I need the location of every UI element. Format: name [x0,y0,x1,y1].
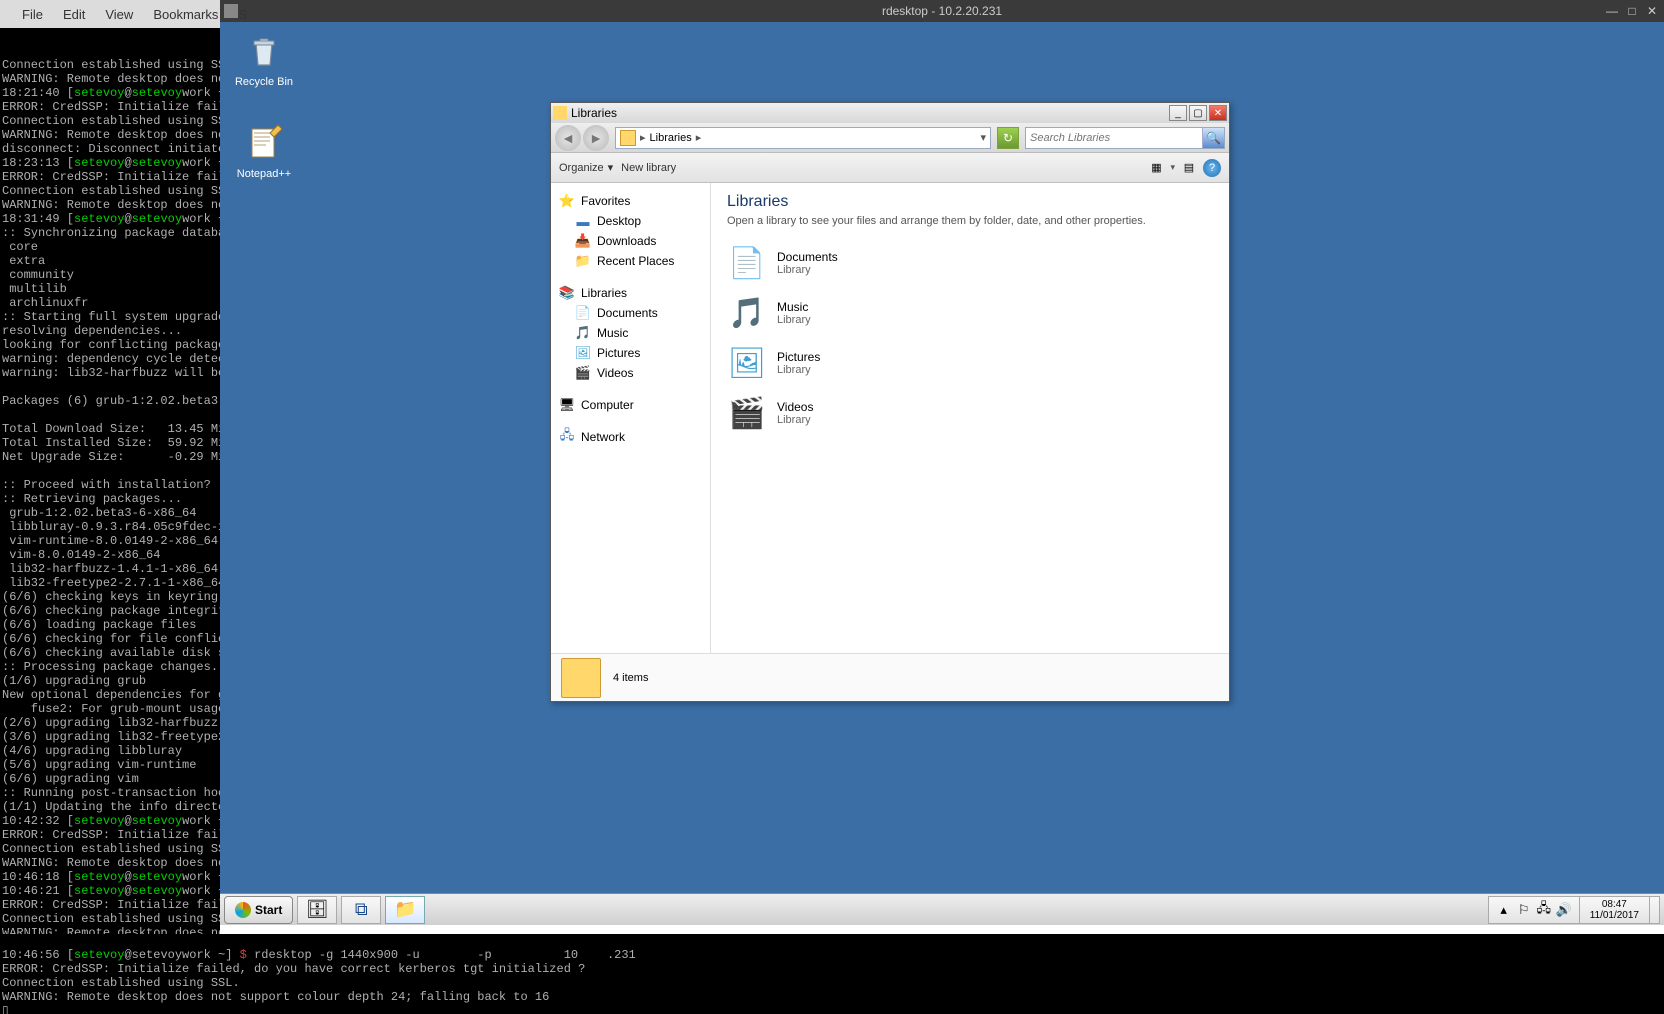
breadcrumb-text[interactable]: Libraries [650,132,692,144]
help-button[interactable]: ? [1203,159,1221,177]
flag-icon[interactable]: ⚐ [1517,903,1531,917]
nav-downloads[interactable]: 📥Downloads [551,231,710,251]
address-bar[interactable]: ▸ Libraries ▸ ▾ [615,127,991,149]
nav-pictures[interactable]: 🖼Pictures [551,343,710,363]
windows-logo-icon [235,902,251,918]
taskbar-server-manager[interactable]: 🗄 [297,896,337,924]
computer-icon: 🖥 [559,397,575,413]
nav-recent-places[interactable]: 📁Recent Places [551,251,710,271]
preview-pane-button[interactable]: ▤ [1179,158,1199,178]
pictures-icon: 🖼 [727,343,767,383]
menu-file[interactable]: File [12,3,53,26]
desktop-icon-notepadpp[interactable]: Notepad++ [226,122,302,180]
explorer-toolbar: Organize ▾ New library ▦ ▾ ▤ ? [551,153,1229,183]
maximize-button[interactable]: ▢ [1189,105,1207,121]
rdesktop-title: rdesktop - 10.2.20.231 [882,4,1002,18]
maximize-icon[interactable]: □ [1624,4,1640,18]
explorer-title-text: Libraries [571,106,617,120]
videos-icon: 🎬 [727,393,767,433]
windows-taskbar: Start 🗄 ⧉ 📁 ▴ ⚐ 🖧 🔊 08:47 11/01/2017 [220,893,1664,925]
taskbar-explorer[interactable]: 📁 [385,896,425,924]
content-heading: Libraries [727,193,1213,211]
minimize-button[interactable]: _ [1169,105,1187,121]
close-icon[interactable]: ✕ [1644,4,1660,18]
remote-desktop[interactable]: Recycle Bin Notepad++ Libraries _ ▢ ✕ ◄ … [220,22,1664,925]
library-videos[interactable]: 🎬 VideosLibrary [727,393,1213,433]
host-menubar: File Edit View Bookmarks S [0,0,220,28]
recent-icon: 📁 [575,253,591,269]
folder-icon [620,130,636,146]
nav-videos[interactable]: 🎬Videos [551,363,710,383]
star-icon: ⭐ [559,193,575,209]
music-icon: 🎵 [575,325,591,341]
address-dropdown-icon[interactable]: ▾ [980,131,986,144]
music-icon: 🎵 [727,293,767,333]
rdesktop-window: rdesktop - 10.2.20.231 — □ ✕ Recycle Bin… [220,0,1664,925]
library-documents[interactable]: 📄 DocumentsLibrary [727,243,1213,283]
recycle-bin-icon [243,30,285,72]
content-subtitle: Open a library to see your files and arr… [727,215,1213,227]
network-icon: 🖧 [559,429,575,445]
nav-network[interactable]: 🖧Network [551,427,710,447]
forward-button[interactable]: ► [583,125,609,151]
back-button[interactable]: ◄ [555,125,581,151]
library-music[interactable]: 🎵 MusicLibrary [727,293,1213,333]
desktop-icon: ▬ [575,213,591,229]
notepadpp-icon [243,122,285,164]
nav-documents[interactable]: 📄Documents [551,303,710,323]
taskbar-powershell[interactable]: ⧉ [341,896,381,924]
show-desktop-button[interactable] [1650,896,1660,924]
network-icon[interactable]: 🖧 [1537,903,1551,917]
minimize-icon[interactable]: — [1604,4,1620,18]
nav-desktop[interactable]: ▬Desktop [551,211,710,231]
breadcrumb-arrow-icon[interactable]: ▸ [696,131,702,144]
nav-computer[interactable]: 🖥Computer [551,395,710,415]
explorer-titlebar[interactable]: Libraries _ ▢ ✕ [551,103,1229,123]
pictures-icon: 🖼 [575,345,591,361]
nav-favorites[interactable]: ⭐Favorites [551,191,710,211]
view-options-button[interactable]: ▦ [1146,158,1166,178]
documents-icon: 📄 [727,243,767,283]
downloads-icon: 📥 [575,233,591,249]
refresh-button[interactable]: ↻ [997,127,1019,149]
host-terminal-bottom: 10:46:56 [setevoy@setevoywork ~] $ rdesk… [0,934,1664,1014]
navigation-pane: ⭐Favorites ▬Desktop 📥Downloads 📁Recent P… [551,183,711,653]
explorer-window: Libraries _ ▢ ✕ ◄ ► ▸ Libraries ▸ ▾ ↻ [550,102,1230,702]
notepadpp-label: Notepad++ [226,168,302,180]
documents-icon: 📄 [575,305,591,321]
close-button[interactable]: ✕ [1209,105,1227,121]
volume-icon[interactable]: 🔊 [1557,903,1571,917]
tray-chevron-icon[interactable]: ▴ [1497,903,1511,917]
breadcrumb-arrow-icon: ▸ [640,131,646,144]
chevron-down-icon: ▾ [608,161,614,174]
nav-music[interactable]: 🎵Music [551,323,710,343]
nav-libraries[interactable]: 📚Libraries [551,283,710,303]
taskbar-clock[interactable]: 08:47 11/01/2017 [1580,896,1650,924]
library-pictures[interactable]: 🖼 PicturesLibrary [727,343,1213,383]
libraries-icon: 📚 [559,285,575,301]
menu-more[interactable]: S [228,3,257,26]
host-terminal: Connection established using SS WARNING:… [0,0,220,1002]
status-bar: 4 items [551,653,1229,701]
new-library-button[interactable]: New library [621,162,676,174]
desktop-icon-recycle-bin[interactable]: Recycle Bin [226,30,302,88]
chevron-down-icon[interactable]: ▾ [1170,162,1175,173]
search-box[interactable]: 🔍 [1025,127,1225,149]
menu-edit[interactable]: Edit [53,3,95,26]
rdesktop-titlebar[interactable]: rdesktop - 10.2.20.231 — □ ✕ [220,0,1664,22]
status-text: 4 items [613,672,648,684]
menu-bookmarks[interactable]: Bookmarks [143,3,228,26]
recycle-bin-label: Recycle Bin [226,76,302,88]
folder-icon [553,106,567,120]
search-input[interactable] [1026,132,1202,144]
videos-icon: 🎬 [575,365,591,381]
explorer-navbar: ◄ ► ▸ Libraries ▸ ▾ ↻ 🔍 [551,123,1229,153]
content-pane: Libraries Open a library to see your fil… [711,183,1229,653]
system-tray: ▴ ⚐ 🖧 🔊 [1488,896,1580,924]
search-button[interactable]: 🔍 [1202,128,1224,148]
menu-view[interactable]: View [95,3,143,26]
organize-button[interactable]: Organize ▾ [559,161,613,174]
start-button[interactable]: Start [224,896,293,924]
folder-icon [561,658,601,698]
